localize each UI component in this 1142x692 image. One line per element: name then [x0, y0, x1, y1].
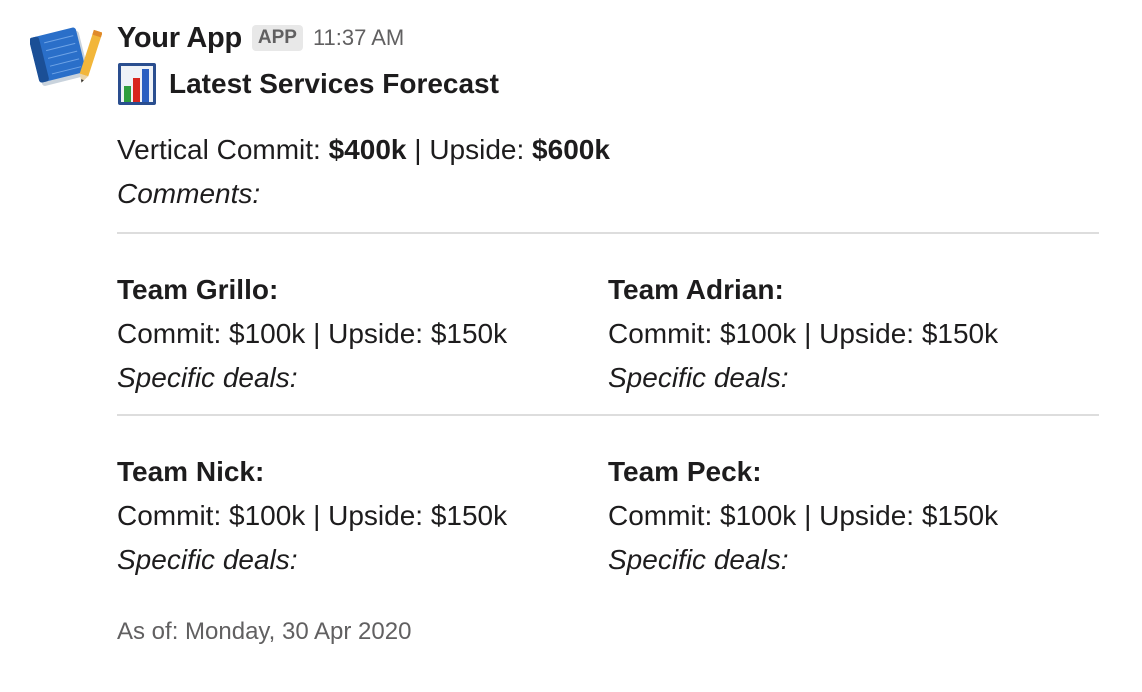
team-card: Team Nick: Commit: $100k | Upside: $150k… [117, 450, 608, 582]
app-name[interactable]: Your App [117, 22, 242, 55]
summary-commit-value: $400k [328, 134, 407, 165]
team-grid-row-1: Team Grillo: Commit: $100k | Upside: $15… [117, 234, 1099, 414]
message-content: Your App APP 11:37 AM Latest Services Fo… [117, 20, 1099, 646]
message-header: Your App APP 11:37 AM [117, 20, 1099, 56]
team-forecast: Commit: $100k | Upside: $150k [608, 500, 999, 531]
summary-line: Vertical Commit: $400k | Upside: $600k [117, 128, 1099, 172]
bar-chart-icon [118, 63, 156, 105]
message: Your App APP 11:37 AM Latest Services Fo… [0, 0, 1142, 692]
summary-commit-label: Vertical Commit: [117, 134, 329, 165]
app-badge: APP [251, 25, 303, 51]
team-name: Team Nick: [117, 456, 265, 487]
blueprint-pencil-icon [29, 27, 103, 86]
message-title: Latest Services Forecast [169, 68, 499, 99]
team-name: Team Peck: [608, 456, 762, 487]
as-of-footer: As of: Monday, 30 Apr 2020 [117, 618, 412, 645]
team-card: Team Adrian: Commit: $100k | Upside: $15… [608, 268, 1099, 400]
team-deals-label: Specific deals: [608, 362, 789, 393]
team-forecast: Commit: $100k | Upside: $150k [117, 500, 508, 531]
team-grid-row-2: Team Nick: Commit: $100k | Upside: $150k… [117, 416, 1099, 596]
comments-label: Comments: [117, 178, 261, 209]
team-name: Team Grillo: [117, 274, 279, 305]
team-card: Team Grillo: Commit: $100k | Upside: $15… [117, 268, 608, 400]
title-row: Latest Services Forecast [117, 60, 1099, 108]
team-forecast: Commit: $100k | Upside: $150k [608, 318, 999, 349]
timestamp[interactable]: 11:37 AM [313, 25, 404, 51]
team-deals-label: Specific deals: [117, 362, 298, 393]
summary-upside-value: $600k [532, 134, 610, 165]
team-name: Team Adrian: [608, 274, 784, 305]
team-card: Team Peck: Commit: $100k | Upside: $150k… [608, 450, 1099, 582]
summary-separator: | Upside: [406, 134, 533, 165]
team-deals-label: Specific deals: [608, 544, 789, 575]
team-deals-label: Specific deals: [117, 544, 298, 575]
app-avatar[interactable] [29, 24, 103, 88]
team-forecast: Commit: $100k | Upside: $150k [117, 318, 508, 349]
